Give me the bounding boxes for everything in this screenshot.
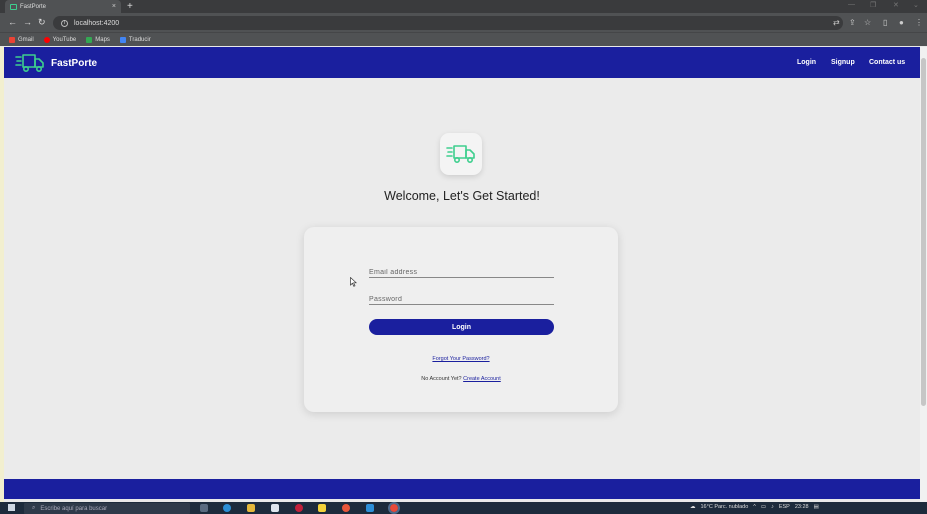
- logo-tile: [440, 133, 482, 175]
- language-indicator[interactable]: ESP: [779, 504, 790, 510]
- new-tab-button[interactable]: +: [127, 1, 133, 12]
- bookmark-traducir[interactable]: Traducir: [119, 36, 151, 43]
- forgot-password-link[interactable]: Forgot Your Password?: [304, 356, 618, 362]
- search-icon: ⌕: [32, 505, 36, 511]
- notes-icon[interactable]: [318, 504, 326, 512]
- volume-icon[interactable]: ♪: [771, 504, 774, 510]
- store-icon[interactable]: [271, 504, 279, 512]
- no-account-row: No Account Yet? Create Account: [304, 376, 618, 382]
- chevron-down-icon[interactable]: ⌄: [913, 1, 919, 9]
- translate-bookmark-icon: [119, 36, 126, 43]
- email-field[interactable]: [369, 269, 554, 276]
- tray-chevron-icon[interactable]: ^: [753, 504, 756, 510]
- edge-icon[interactable]: [223, 504, 231, 512]
- menu-icon[interactable]: ⋮: [915, 18, 923, 27]
- restore-icon[interactable]: ❐: [870, 1, 876, 9]
- share-icon[interactable]: ⇪: [849, 18, 856, 27]
- email-field-wrapper: [369, 265, 554, 278]
- page-viewport: FastPorte Login Signup Contact us Welcom…: [4, 47, 920, 499]
- scrollbar-thumb[interactable]: [921, 58, 926, 406]
- tab-close-icon[interactable]: ×: [112, 3, 116, 10]
- nav-login-link[interactable]: Login: [797, 59, 816, 66]
- tab-title: FastPorte: [20, 3, 47, 10]
- chrome-icon[interactable]: [342, 504, 350, 512]
- footer-bar: [4, 479, 920, 499]
- network-icon[interactable]: ▭: [761, 504, 766, 510]
- weather-icon: ☁: [690, 504, 696, 510]
- bookmarks-bar: Gmail YouTube Maps Traducir: [0, 32, 927, 46]
- truck-logo-icon: [15, 54, 44, 73]
- vscode-icon[interactable]: [366, 504, 374, 512]
- window-close-icon[interactable]: ✕: [893, 1, 899, 9]
- login-card: Login Forgot Your Password? No Account Y…: [304, 227, 618, 412]
- taskbar-search[interactable]: ⌕ Escribe aquí para buscar: [24, 503, 190, 514]
- address-bar[interactable]: i localhost:4200: [53, 16, 843, 30]
- bookmark-youtube[interactable]: YouTube: [43, 36, 76, 43]
- mouse-cursor-icon: [350, 277, 357, 287]
- clock[interactable]: 23:28: [795, 504, 809, 510]
- nav-signup-link[interactable]: Signup: [831, 59, 855, 66]
- taskbar-search-placeholder: Escribe aquí para buscar: [40, 505, 108, 512]
- opera-icon[interactable]: [295, 504, 303, 512]
- windows-start-icon[interactable]: [8, 504, 15, 511]
- maps-icon: [86, 36, 93, 43]
- bookmark-maps[interactable]: Maps: [86, 36, 110, 43]
- nav-contact-link[interactable]: Contact us: [869, 59, 905, 66]
- login-button[interactable]: Login: [369, 319, 554, 335]
- task-view-icon[interactable]: [200, 504, 208, 512]
- browser-toolbar: ← → ↻ i localhost:4200 ⇄ ⇪ ☆ ▯ ● ⋮: [0, 13, 927, 32]
- truck-icon: [446, 145, 475, 164]
- password-field[interactable]: [369, 296, 554, 303]
- side-panel-icon[interactable]: ▯: [883, 18, 887, 27]
- no-account-text: No Account Yet?: [421, 376, 462, 382]
- gmail-icon: [9, 36, 15, 43]
- create-account-link[interactable]: Create Account: [463, 376, 501, 382]
- chrome-active-icon[interactable]: [388, 502, 400, 514]
- truck-favicon-icon: [10, 3, 17, 10]
- forward-icon[interactable]: →: [23, 17, 32, 27]
- password-field-wrapper: [369, 292, 554, 305]
- back-icon[interactable]: ←: [8, 17, 17, 27]
- minimize-icon[interactable]: —: [848, 1, 855, 8]
- browser-tab[interactable]: FastPorte ×: [5, 0, 121, 13]
- star-icon[interactable]: ☆: [864, 18, 871, 27]
- profile-icon[interactable]: ●: [899, 18, 904, 27]
- welcome-heading: Welcome, Let's Get Started!: [384, 189, 540, 203]
- translate-icon[interactable]: ⇄: [833, 18, 840, 27]
- brand[interactable]: FastPorte: [15, 52, 97, 74]
- site-info-icon[interactable]: i: [61, 19, 68, 27]
- reload-icon[interactable]: ↻: [38, 17, 46, 27]
- os-taskbar: ⌕ Escribe aquí para buscar ☁ 16°C Parc. …: [0, 502, 927, 514]
- brand-name: FastPorte: [51, 57, 98, 69]
- system-tray: ☁ 16°C Parc. nublado ^ ▭ ♪ ESP 23:28 ▤: [690, 504, 819, 510]
- youtube-icon: [43, 36, 50, 43]
- url-text: localhost:4200: [74, 19, 120, 27]
- app-navbar: FastPorte Login Signup Contact us: [4, 47, 920, 78]
- file-explorer-icon[interactable]: [247, 504, 255, 512]
- notification-icon[interactable]: ▤: [814, 504, 819, 510]
- weather-text[interactable]: 16°C Parc. nublado: [701, 504, 749, 510]
- browser-tab-strip: FastPorte × + — ❐ ✕ ⌄: [0, 0, 927, 13]
- bookmark-gmail[interactable]: Gmail: [9, 36, 34, 43]
